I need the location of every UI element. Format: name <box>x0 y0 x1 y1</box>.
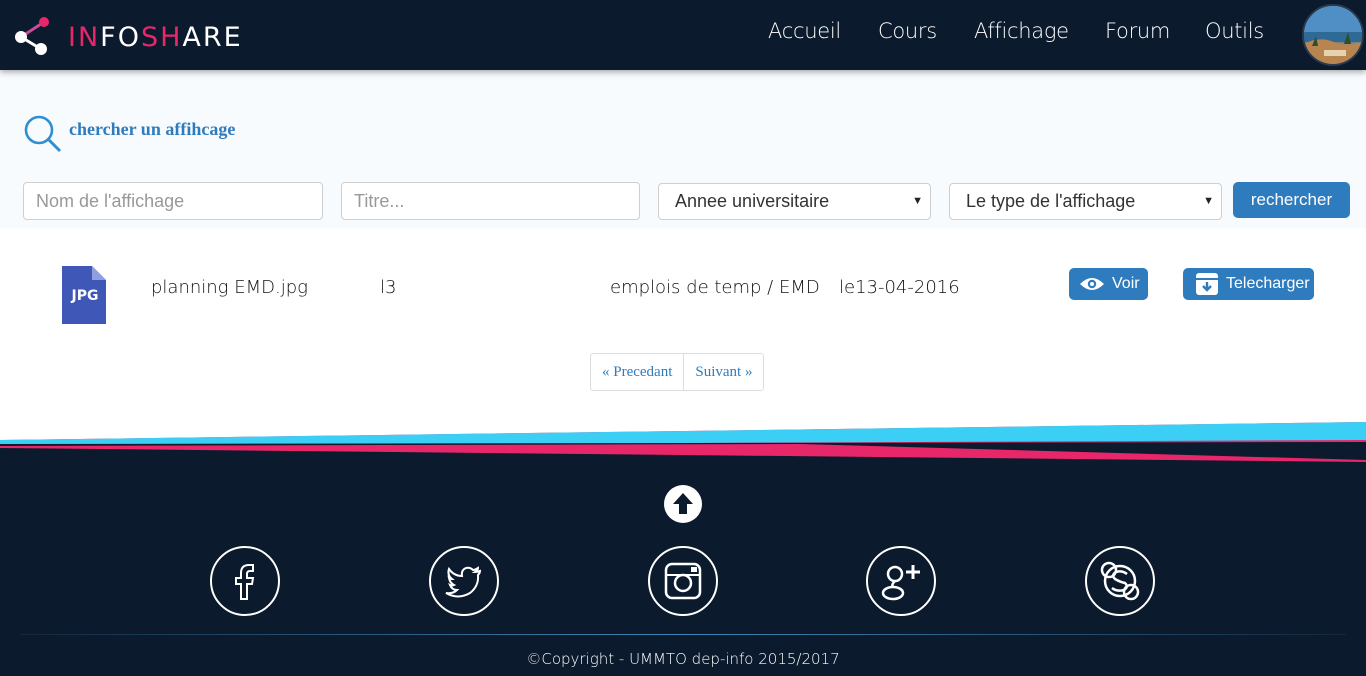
nav-outils[interactable]: Outils <box>1205 19 1264 43</box>
brand-part-sh: SH <box>140 22 183 53</box>
type-select-value: Le type de l'affichage <box>966 191 1136 211</box>
file-date: le13-04-2016 <box>839 277 960 298</box>
instagram-icon[interactable] <box>647 545 719 617</box>
download-icon <box>1196 273 1218 295</box>
copyright-text: ©Copyright - UMMTO dep-info 2015/2017 <box>526 650 840 668</box>
eye-icon <box>1080 278 1104 290</box>
previous-page-link[interactable]: « Precedant <box>591 354 683 390</box>
pagination: « Precedant Suivant » <box>590 353 765 391</box>
footer-divider <box>20 634 1346 635</box>
google-plus-icon[interactable] <box>865 545 937 617</box>
download-button[interactable]: Telecharger <box>1183 268 1314 300</box>
caret-down-icon: ▼ <box>912 195 923 207</box>
type-select[interactable]: Le type de l'affichage ▼ <box>949 183 1222 220</box>
brand-part-fo: FO <box>100 22 141 53</box>
name-search-input[interactable]: Nom de l'affichage <box>23 182 323 220</box>
file-category: emplois de temp / EMD <box>610 277 820 298</box>
file-level: l3 <box>380 277 397 298</box>
share-logo-icon <box>15 17 49 55</box>
download-button-label: Telecharger <box>1226 275 1310 292</box>
search-heading: chercher un affihcage <box>69 119 236 139</box>
top-navbar: INFOSHARE Accueil Cours Affichage Forum … <box>0 0 1366 70</box>
view-button[interactable]: Voir <box>1069 268 1148 300</box>
scroll-top-button[interactable] <box>664 485 702 523</box>
next-page-link[interactable]: Suivant » <box>683 354 763 390</box>
arrow-up-icon <box>673 493 693 514</box>
file-name: planning EMD.jpg <box>151 277 308 298</box>
user-avatar[interactable] <box>1302 4 1364 66</box>
brand-part-are: ARE <box>182 22 243 53</box>
title-search-input[interactable]: Titre... <box>341 182 640 220</box>
caret-down-icon: ▼ <box>1203 195 1214 207</box>
brand-name[interactable]: INFOSHARE <box>68 20 243 56</box>
facebook-icon[interactable] <box>209 545 281 617</box>
nav-forum[interactable]: Forum <box>1105 19 1170 43</box>
nav-accueil[interactable]: Accueil <box>768 19 841 43</box>
file-type-label: JPG <box>71 288 99 304</box>
nav-cours[interactable]: Cours <box>878 19 937 43</box>
search-button[interactable]: rechercher <box>1233 182 1350 218</box>
skype-icon[interactable] <box>1084 545 1156 617</box>
view-button-label: Voir <box>1112 275 1140 292</box>
year-select-value: Annee universitaire <box>675 191 830 211</box>
year-select[interactable]: Annee universitaire ▼ <box>658 183 931 220</box>
twitter-icon[interactable] <box>428 545 500 617</box>
search-icon <box>24 115 62 153</box>
nav-affichage[interactable]: Affichage <box>974 19 1069 43</box>
brand-part-in: IN <box>68 22 101 53</box>
